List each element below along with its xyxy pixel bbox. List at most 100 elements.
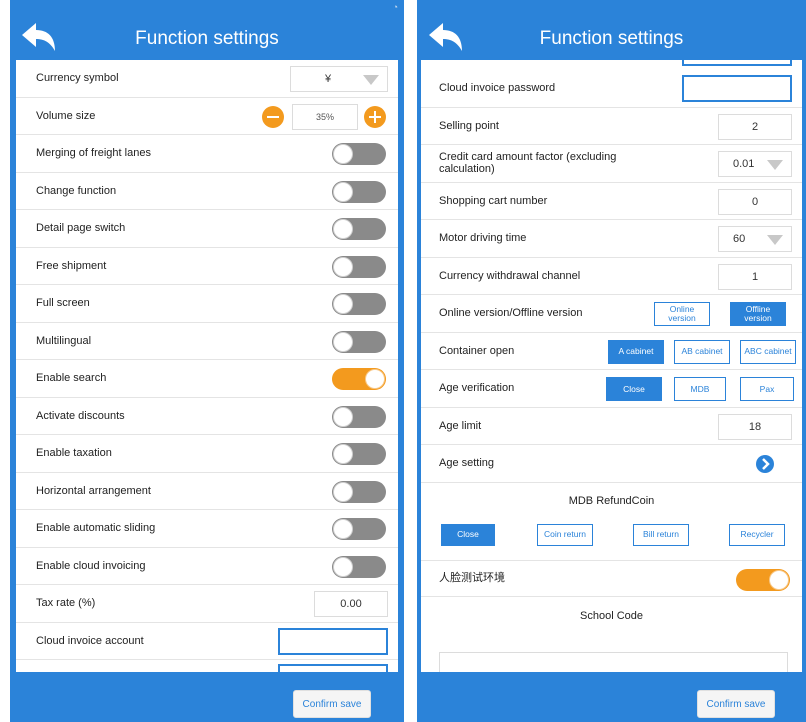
left-settings-panel: Function settings ◔ Currency symbol ¥ Vo…: [10, 0, 404, 722]
toggle-knob: [333, 181, 353, 202]
school-code-heading: School Code: [580, 609, 643, 622]
tax-rate-row: Tax rate (%) 0.00: [16, 585, 398, 623]
shopping-cart-number-row: Shopping cart number 0: [421, 183, 802, 220]
toggle-knob: [365, 369, 385, 389]
right-settings-panel: Function settings Cloud invoice password…: [417, 0, 806, 722]
toggle-switch[interactable]: [332, 180, 386, 203]
toggle-knob: [769, 569, 789, 590]
tax-rate-input[interactable]: 0.00: [314, 591, 388, 617]
school-code-field-wrap: [421, 634, 802, 672]
currency-withdrawal-channel-row: Currency withdrawal channel 1: [421, 258, 802, 295]
toggle-knob: [333, 144, 353, 164]
left-header: Function settings ◔: [10, 0, 404, 58]
bill-return-button[interactable]: Bill return: [633, 523, 689, 546]
dropdown-arrow-icon: [767, 235, 783, 245]
credit-card-factor-row: Credit card amount factor (excluding cal…: [421, 145, 802, 183]
age-verification-close-button[interactable]: Close: [606, 377, 662, 401]
currency-symbol-select[interactable]: ¥: [290, 66, 388, 92]
age-limit-row: Age limit 18: [421, 408, 802, 445]
toggle-switch[interactable]: [332, 330, 386, 353]
selling-point-row: Selling point 2: [421, 108, 802, 145]
toggle-switch[interactable]: [332, 443, 386, 465]
volume-decrease-button[interactable]: [262, 105, 284, 128]
page-title: Function settings: [539, 28, 684, 49]
shopping-cart-number-input[interactable]: 0: [718, 188, 792, 215]
age-verification-row: Age verification Close MDB Pax: [421, 370, 802, 408]
toggle-switch[interactable]: [332, 555, 386, 578]
toggle-knob: [333, 219, 353, 239]
school-code-input[interactable]: [439, 652, 788, 672]
abc-cabinet-button[interactable]: ABC cabinet: [740, 339, 796, 364]
currency-symbol-row: Currency symbol ¥: [16, 60, 398, 98]
wifi-icon: ◔: [392, 2, 398, 12]
toggle-knob: [333, 444, 353, 464]
volume-size-row: Volume size 35%: [16, 98, 398, 135]
page-title: Function settings: [135, 28, 279, 49]
toggle-row: Detail page switch: [16, 210, 398, 248]
credit-card-factor-value: 0.01: [733, 158, 755, 170]
volume-size-value: 35%: [292, 103, 358, 130]
confirm-save-button[interactable]: Confirm save: [697, 690, 775, 718]
toggle-switch[interactable]: [332, 255, 386, 278]
toggle-knob: [333, 331, 353, 352]
toggle-row: Enable cloud invoicing: [16, 548, 398, 585]
cloud-invoice-account-row: Cloud invoice account: [16, 623, 398, 660]
online-version-button[interactable]: Online version: [654, 302, 710, 326]
toggle-knob: [333, 519, 353, 539]
partial-top-row: [421, 60, 802, 70]
ab-cabinet-button[interactable]: AB cabinet: [674, 339, 730, 364]
toggle-switch[interactable]: [332, 518, 386, 540]
toggle-switch[interactable]: [332, 480, 386, 503]
dropdown-arrow-icon: [767, 160, 783, 170]
motor-driving-time-row: Motor driving time 60: [421, 220, 802, 258]
face-test-toggle[interactable]: [736, 568, 790, 591]
toggle-switch[interactable]: [332, 405, 386, 428]
age-verification-mdb-button[interactable]: MDB: [674, 377, 726, 401]
currency-symbol-value: ¥: [325, 73, 332, 85]
face-test-row: 人脸测试环境: [421, 559, 802, 597]
toggle-knob: [333, 556, 353, 577]
right-settings-list: Cloud invoice password Selling point 2 C…: [421, 60, 802, 672]
motor-driving-time-value: 60: [733, 233, 746, 245]
refund-close-button[interactable]: Close: [441, 523, 495, 546]
age-limit-input[interactable]: 18: [718, 413, 792, 440]
cloud-invoice-account-input[interactable]: [278, 627, 388, 655]
toggle-knob: [333, 481, 353, 502]
container-open-row: Container open A cabinet AB cabinet ABC …: [421, 333, 802, 370]
partial-row: [16, 660, 398, 672]
toggle-row: Free shipment: [16, 248, 398, 285]
toggle-row: Enable taxation: [16, 435, 398, 473]
toggle-knob: [333, 406, 353, 427]
mdb-refund-options: Close Coin return Bill return Recycler: [421, 520, 802, 560]
coin-return-button[interactable]: Coin return: [537, 523, 593, 546]
credit-card-factor-select[interactable]: 0.01: [718, 151, 792, 177]
toggle-switch[interactable]: [332, 293, 386, 315]
toggle-row: Multilingual: [16, 323, 398, 360]
selling-point-input[interactable]: 2: [718, 113, 792, 140]
cloud-invoice-password-input[interactable]: [682, 75, 792, 102]
offline-version-button[interactable]: Offline version: [730, 302, 786, 326]
toggle-knob: [333, 256, 353, 277]
age-verification-pax-button[interactable]: Pax: [740, 377, 794, 401]
toggle-switch[interactable]: [332, 143, 386, 165]
a-cabinet-button[interactable]: A cabinet: [608, 339, 664, 364]
motor-driving-time-select[interactable]: 60: [718, 226, 792, 252]
toggle-row: Change function: [16, 173, 398, 210]
age-setting-row[interactable]: Age setting: [421, 445, 802, 483]
partial-top-input[interactable]: [682, 60, 792, 66]
toggle-switch[interactable]: [332, 368, 386, 390]
cloud-invoice-password-row: Cloud invoice password: [421, 70, 802, 108]
chevron-right-icon[interactable]: [756, 455, 774, 473]
toggle-row: Horizontal arrangement: [16, 473, 398, 510]
currency-withdrawal-channel-input[interactable]: 1: [718, 263, 792, 290]
confirm-save-button[interactable]: Confirm save: [293, 690, 371, 718]
partial-input[interactable]: [278, 664, 388, 672]
toggle-row: Enable automatic sliding: [16, 510, 398, 548]
credit-card-factor-label: Credit card amount factor (excluding cal…: [439, 151, 617, 176]
recycler-button[interactable]: Recycler: [729, 523, 785, 546]
mdb-refund-heading: MDB RefundCoin: [568, 495, 655, 507]
toggle-switch[interactable]: [332, 218, 386, 240]
left-settings-list: Currency symbol ¥ Volume size 35% Mergin…: [16, 60, 398, 672]
volume-increase-button[interactable]: [364, 105, 386, 128]
toggle-knob: [333, 294, 353, 314]
